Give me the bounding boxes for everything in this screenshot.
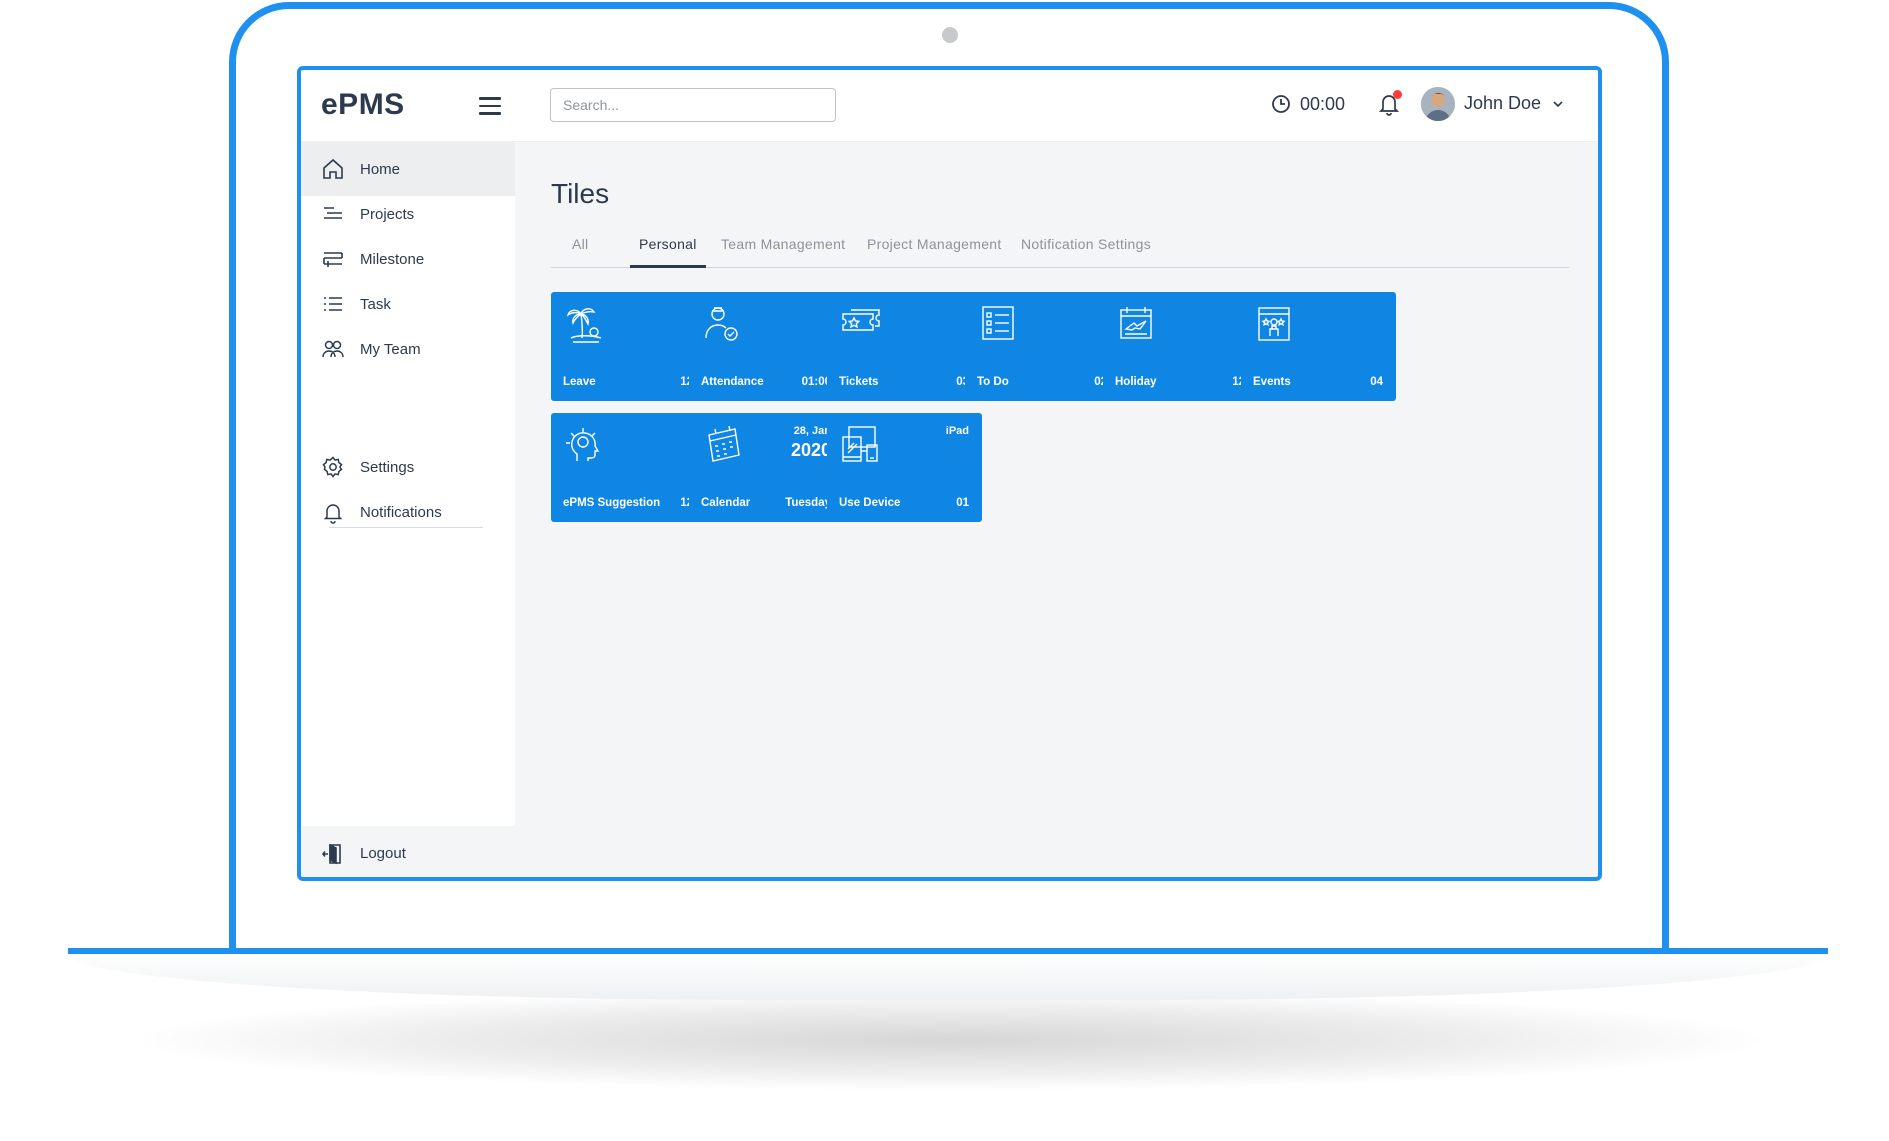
tab-team-management[interactable]: Team Management xyxy=(721,226,845,268)
tile-use-device[interactable]: iPad Use Device 01 xyxy=(827,413,982,522)
search-input[interactable] xyxy=(550,88,836,122)
tile-label: To Do xyxy=(977,376,1009,388)
tile-value: 04 xyxy=(1370,376,1383,388)
sidebar-item-label: Projects xyxy=(360,205,415,223)
clock-icon xyxy=(1272,95,1290,113)
tile-tickets[interactable]: Tickets 03 xyxy=(827,292,982,401)
top-bar: ePMS 00:00 John Doe xyxy=(301,70,1598,142)
laptop-base-edge xyxy=(68,948,1828,954)
tile-calendar[interactable]: 28, Jan 2020 Calendar Tuesday xyxy=(689,413,844,522)
chevron-down-icon[interactable] xyxy=(1553,100,1563,108)
tab-project-management[interactable]: Project Management xyxy=(867,226,1002,268)
laptop-base xyxy=(68,954,1828,1000)
calendar-date-day: 28, Jan xyxy=(793,425,831,437)
notification-badge xyxy=(1393,90,1402,99)
sidebar-item-label: My Team xyxy=(360,340,421,358)
sidebar-item-label: Task xyxy=(360,295,391,313)
logout-button[interactable]: Logout xyxy=(301,826,515,877)
tile-attendance[interactable]: Attendance 01:00 xyxy=(689,292,844,401)
user-name[interactable]: John Doe xyxy=(1464,93,1541,114)
camera-dot xyxy=(942,27,958,43)
logout-icon xyxy=(321,843,341,864)
tile-label: ePMS Suggestion xyxy=(563,497,661,509)
tab-bar: All Personal Team Management Project Man… xyxy=(551,226,1569,268)
tile-events[interactable]: Events 04 xyxy=(1241,292,1396,401)
tile-leave[interactable]: Leave 12 xyxy=(551,292,706,401)
tile-epms-suggestion[interactable]: ePMS Suggestion 12 xyxy=(551,413,706,522)
tile-value: Tuesday xyxy=(785,497,831,509)
attendance-icon xyxy=(705,307,738,341)
devices-icon xyxy=(842,426,878,462)
menu-toggle-icon[interactable] xyxy=(479,97,501,115)
tile-label: Attendance xyxy=(701,376,764,388)
tile-label: Holiday xyxy=(1115,376,1157,388)
page-title: Tiles xyxy=(551,178,610,209)
tile-label: Leave xyxy=(563,376,596,388)
sidebar-item-label: Settings xyxy=(360,458,415,476)
calendar-icon xyxy=(708,425,740,462)
avatar[interactable] xyxy=(1421,87,1455,121)
palm-tree-icon xyxy=(566,308,602,343)
tile-label: Use Device xyxy=(839,497,901,509)
tile-label: Tickets xyxy=(839,376,879,388)
idea-head-icon xyxy=(566,428,600,461)
sidebar-item-label: Milestone xyxy=(360,250,425,268)
checklist-icon xyxy=(982,306,1014,340)
device-name: iPad xyxy=(945,425,969,437)
laptop-mockup: ePMS 00:00 John Doe xyxy=(0,0,1889,1141)
sidebar-item-label: Home xyxy=(360,160,401,178)
home-icon xyxy=(323,158,343,179)
holiday-calendar-icon xyxy=(1120,307,1152,339)
team-icon xyxy=(322,340,344,358)
sidebar: Home Projects Milestone Task My Team Set… xyxy=(301,142,515,877)
app-logo[interactable]: ePMS xyxy=(321,88,405,122)
bell-icon xyxy=(323,504,343,524)
tab-personal[interactable]: Personal xyxy=(630,226,706,268)
tile-label: Events xyxy=(1253,376,1291,388)
calendar-date-year: 2020 xyxy=(790,440,831,460)
projects-icon xyxy=(324,207,342,219)
tile-holiday[interactable]: Holiday 12 xyxy=(1103,292,1258,401)
ticket-icon xyxy=(842,309,880,331)
sidebar-item-notifications[interactable]: Notifications xyxy=(301,485,515,539)
tile-to-do[interactable]: To Do 02 xyxy=(965,292,1120,401)
tile-value: 01 xyxy=(956,497,969,509)
timer-display: 00:00 xyxy=(1300,94,1346,114)
milestone-icon xyxy=(323,252,343,267)
events-icon xyxy=(1258,307,1290,341)
tab-all[interactable]: All xyxy=(572,226,588,268)
gear-icon xyxy=(322,456,343,478)
tab-notification-settings[interactable]: Notification Settings xyxy=(1021,226,1151,268)
task-list-icon xyxy=(324,297,342,311)
sidebar-item-my-team[interactable]: My Team xyxy=(301,322,515,376)
app-screen: ePMS 00:00 John Doe xyxy=(297,66,1602,881)
laptop-shadow xyxy=(140,990,1760,1090)
sidebar-item-label: Notifications xyxy=(360,503,442,521)
tile-label: Calendar xyxy=(701,497,751,509)
logout-label: Logout xyxy=(360,845,406,862)
